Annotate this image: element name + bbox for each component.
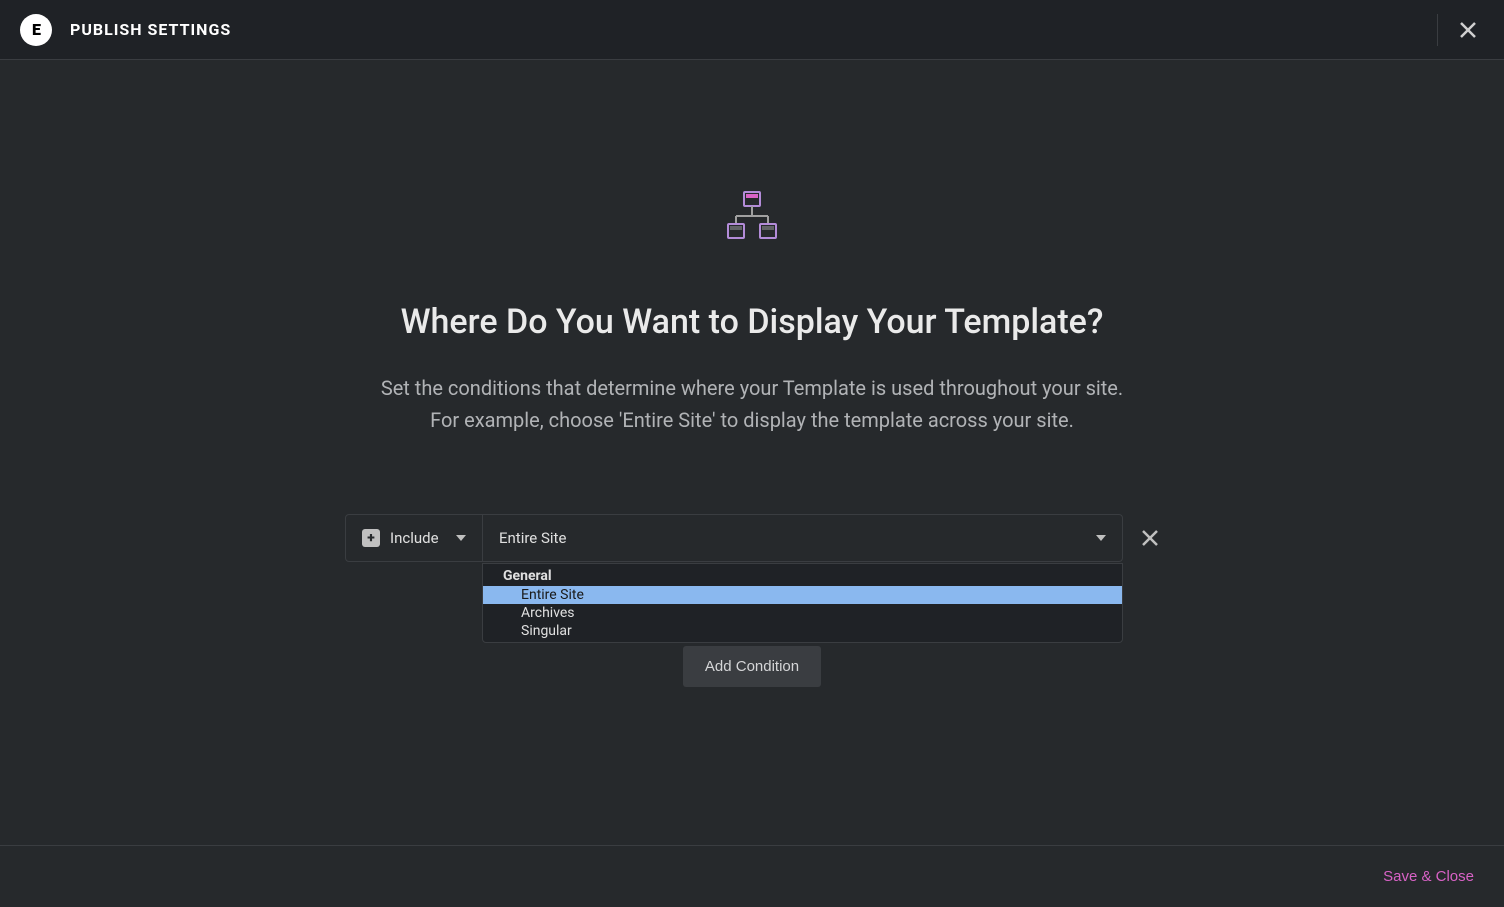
- scope-selected-label: Entire Site: [499, 529, 566, 547]
- modal-footer: Save & Close: [0, 845, 1504, 907]
- include-label: Include: [390, 529, 439, 547]
- dropdown-item-archives[interactable]: Archives: [483, 604, 1122, 622]
- remove-condition-button[interactable]: [1141, 529, 1159, 547]
- scope-select[interactable]: Entire Site General Entire Site Archives…: [483, 514, 1123, 562]
- condition-row: + Include Entire Site General Entire Sit…: [345, 514, 1159, 562]
- close-button[interactable]: [1437, 14, 1484, 46]
- include-select[interactable]: + Include: [345, 514, 483, 562]
- desc-line-1: Set the conditions that determine where …: [381, 376, 1123, 400]
- chevron-down-icon: [1096, 535, 1106, 541]
- save-close-button[interactable]: Save & Close: [1383, 868, 1474, 885]
- header-left: E PUBLISH SETTINGS: [20, 14, 231, 46]
- close-icon: [1458, 20, 1478, 40]
- include-left: + Include: [362, 529, 439, 547]
- add-condition-button[interactable]: Add Condition: [683, 646, 821, 687]
- sitemap-icon: [724, 190, 780, 242]
- header-title: PUBLISH SETTINGS: [70, 20, 231, 39]
- modal-header: E PUBLISH SETTINGS: [0, 0, 1504, 60]
- elementor-logo: E: [20, 14, 52, 46]
- dropdown-group-label: General: [483, 566, 1122, 586]
- plus-icon: +: [362, 529, 380, 547]
- modal-body: Where Do You Want to Display Your Templa…: [0, 60, 1504, 687]
- scope-dropdown: General Entire Site Archives Singular: [482, 563, 1123, 643]
- desc-line-2: For example, choose 'Entire Site' to dis…: [430, 408, 1074, 432]
- chevron-down-icon: [456, 535, 466, 541]
- close-icon: [1141, 529, 1159, 547]
- dropdown-item-entire-site[interactable]: Entire Site: [483, 586, 1122, 604]
- dropdown-item-singular[interactable]: Singular: [483, 622, 1122, 640]
- main-heading: Where Do You Want to Display Your Templa…: [401, 302, 1104, 342]
- main-description: Set the conditions that determine where …: [381, 372, 1123, 436]
